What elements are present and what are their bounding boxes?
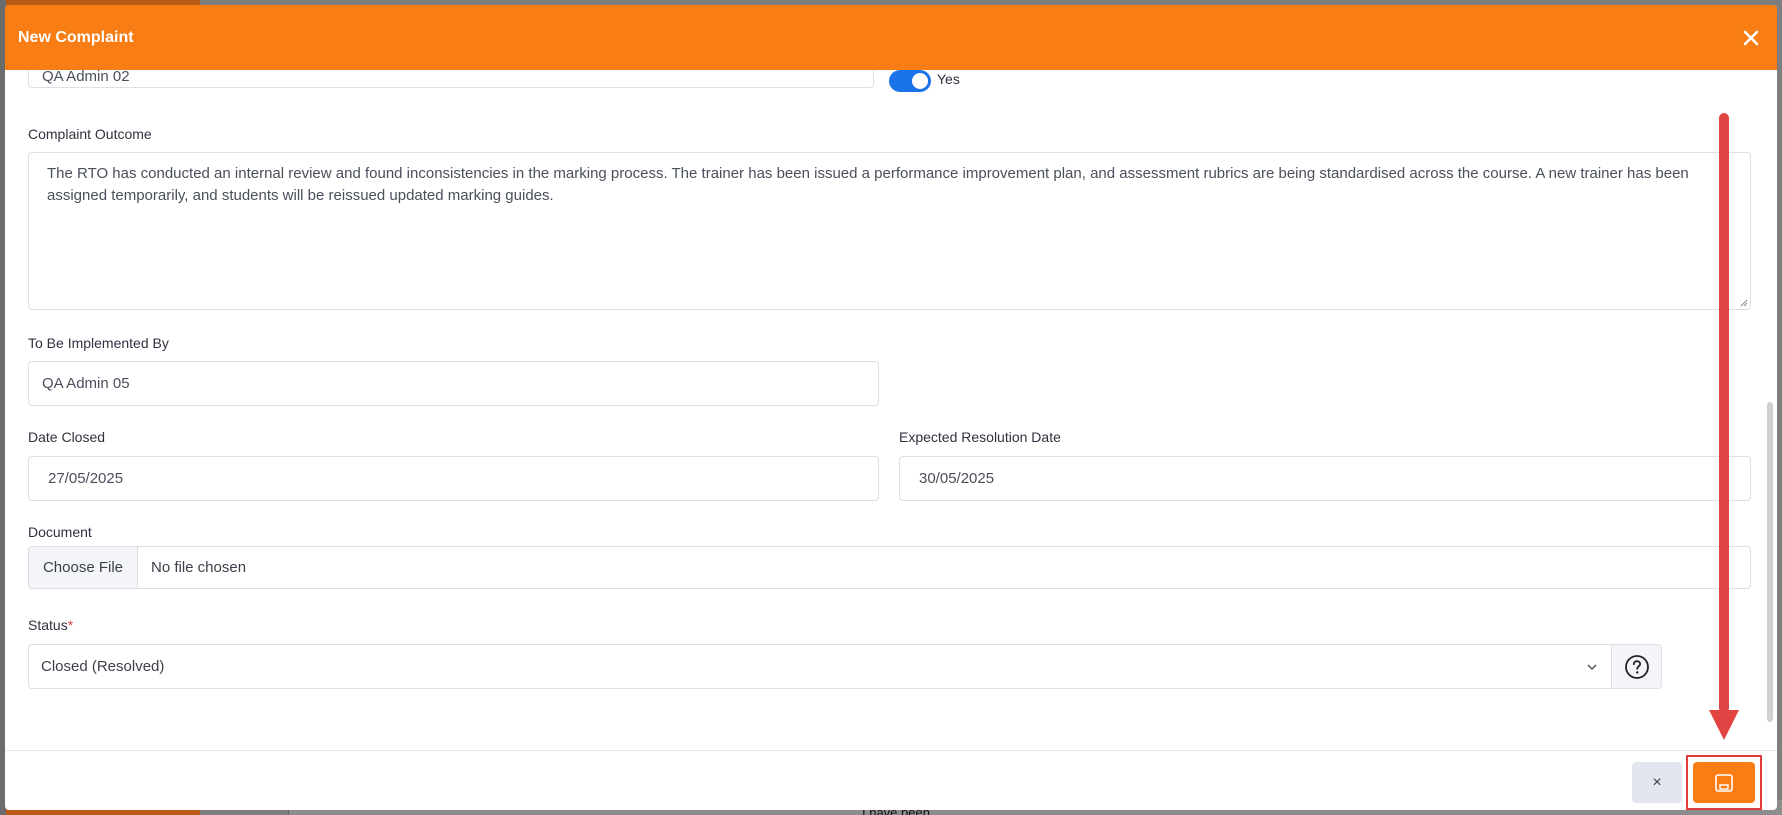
annotation-arrow-head <box>1709 710 1739 740</box>
modal-header: New Complaint <box>5 5 1777 70</box>
toggle-switch[interactable] <box>889 70 931 92</box>
resize-grip-icon[interactable] <box>1738 297 1748 307</box>
cancel-button[interactable]: × <box>1632 762 1682 803</box>
expected-resolution-label: Expected Resolution Date <box>899 429 1061 445</box>
document-label: Document <box>28 524 92 540</box>
toggle-label: Yes <box>937 71 960 87</box>
modal-scrollbar[interactable] <box>1767 80 1773 730</box>
save-button[interactable] <box>1693 762 1755 803</box>
date-closed-label: Date Closed <box>28 429 106 445</box>
chevron-down-icon <box>1587 663 1597 670</box>
status-value: Closed (Resolved) <box>41 658 165 675</box>
implemented-by-label: To Be Implemented By <box>28 335 169 351</box>
complaint-outcome-textarea[interactable]: The RTO has conducted an internal review… <box>28 152 1751 310</box>
implemented-by-value: QA Admin 05 <box>42 375 130 392</box>
save-icon <box>1715 773 1733 792</box>
new-complaint-modal: New Complaint QA Admin 02 Yes Complaint … <box>5 5 1777 810</box>
top-field-value: QA Admin 02 <box>42 70 130 85</box>
status-select[interactable]: Closed (Resolved) <box>28 644 1612 689</box>
close-icon[interactable] <box>1739 26 1763 50</box>
question-circle-icon <box>1624 654 1649 679</box>
annotation-arrow-shaft <box>1719 113 1729 713</box>
modal-footer: × <box>5 750 1777 810</box>
complaint-outcome-text: The RTO has conducted an internal review… <box>47 165 1689 204</box>
document-file-input[interactable]: Choose File No file chosen <box>28 546 1751 589</box>
choose-file-button[interactable]: Choose File <box>29 547 138 588</box>
top-field[interactable]: QA Admin 02 <box>28 70 874 88</box>
modal-title: New Complaint <box>18 28 134 46</box>
expected-resolution-input[interactable]: 30/05/2025 <box>899 456 1751 501</box>
toggle-knob <box>912 73 928 89</box>
date-closed-input[interactable]: 27/05/2025 <box>28 456 879 501</box>
expected-resolution-value: 30/05/2025 <box>919 470 995 487</box>
modal-body: QA Admin 02 Yes Complaint Outcome The RT… <box>5 70 1777 750</box>
status-help-button[interactable] <box>1612 644 1662 689</box>
status-label-text: Status <box>28 617 68 633</box>
implemented-by-input[interactable]: QA Admin 05 <box>28 361 879 406</box>
scrollbar-thumb[interactable] <box>1767 402 1773 722</box>
required-marker: * <box>67 617 74 633</box>
date-closed-value: 27/05/2025 <box>48 470 124 487</box>
status-label: Status* <box>28 617 73 633</box>
complaint-outcome-label: Complaint Outcome <box>28 126 152 142</box>
no-file-text: No file chosen <box>151 559 247 576</box>
